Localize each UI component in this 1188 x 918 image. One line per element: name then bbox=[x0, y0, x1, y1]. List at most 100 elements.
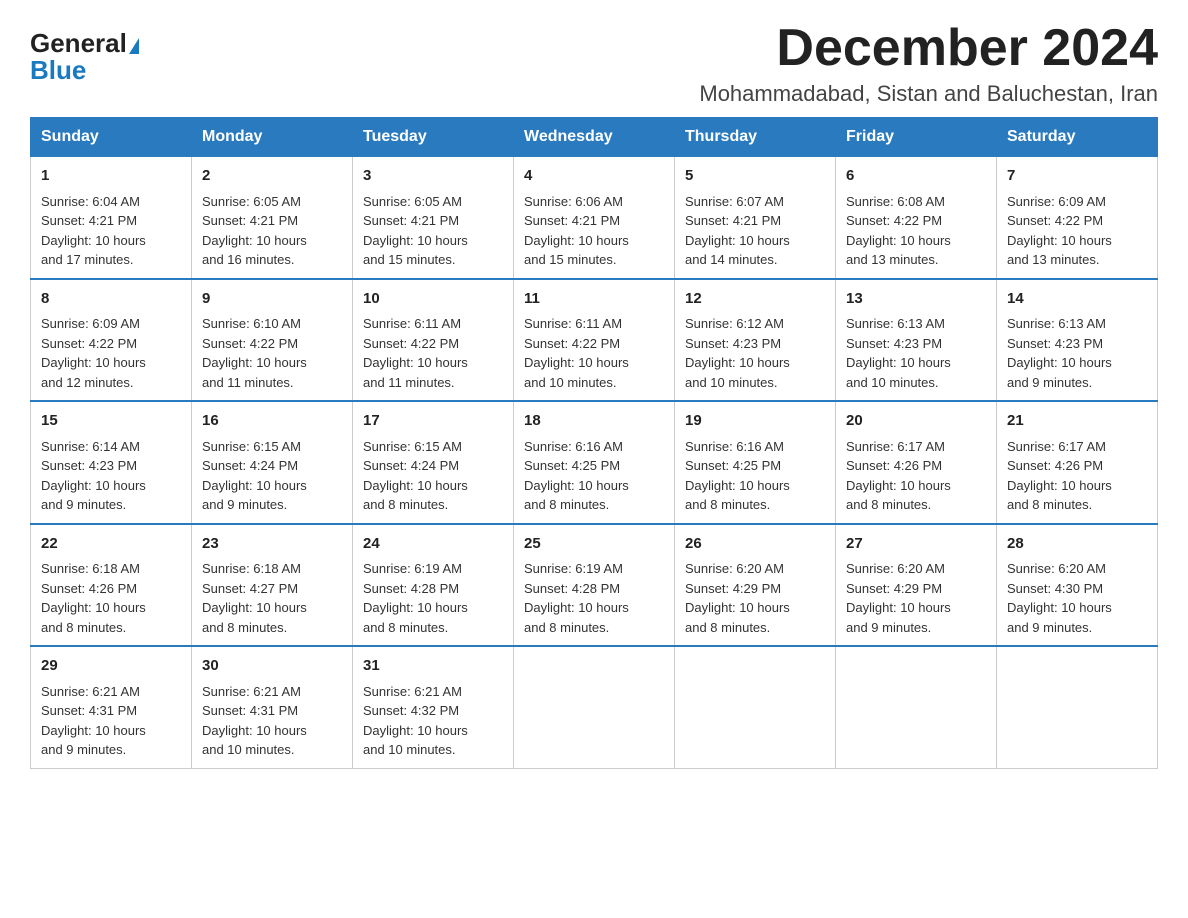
daylight-label: Daylight: 10 hours bbox=[685, 600, 790, 615]
daylight-label: Daylight: 10 hours bbox=[363, 600, 468, 615]
daylight-minutes: and 9 minutes. bbox=[202, 497, 287, 512]
day-number: 1 bbox=[41, 165, 181, 188]
day-number: 21 bbox=[1007, 410, 1147, 433]
daylight-label: Daylight: 10 hours bbox=[363, 478, 468, 493]
sunset-label: Sunset: 4:21 PM bbox=[685, 213, 781, 228]
sunrise-label: Sunrise: 6:10 AM bbox=[202, 316, 301, 331]
daylight-label: Daylight: 10 hours bbox=[846, 600, 951, 615]
daylight-minutes: and 10 minutes. bbox=[685, 375, 778, 390]
day-number: 6 bbox=[846, 165, 986, 188]
page-header: General Blue December 2024 Mohammadabad,… bbox=[30, 20, 1158, 107]
calendar-cell: 20Sunrise: 6:17 AMSunset: 4:26 PMDayligh… bbox=[836, 401, 997, 524]
day-number: 20 bbox=[846, 410, 986, 433]
sunrise-label: Sunrise: 6:20 AM bbox=[846, 561, 945, 576]
daylight-label: Daylight: 10 hours bbox=[846, 355, 951, 370]
sunrise-label: Sunrise: 6:21 AM bbox=[202, 684, 301, 699]
sunset-label: Sunset: 4:29 PM bbox=[846, 581, 942, 596]
sunset-label: Sunset: 4:22 PM bbox=[1007, 213, 1103, 228]
sunset-label: Sunset: 4:25 PM bbox=[524, 458, 620, 473]
calendar-cell: 25Sunrise: 6:19 AMSunset: 4:28 PMDayligh… bbox=[514, 524, 675, 647]
logo-general-text: General bbox=[30, 28, 127, 58]
sunrise-label: Sunrise: 6:07 AM bbox=[685, 194, 784, 209]
daylight-minutes: and 14 minutes. bbox=[685, 252, 778, 267]
day-number: 31 bbox=[363, 655, 503, 678]
logo-triangle-icon bbox=[129, 38, 139, 54]
day-number: 4 bbox=[524, 165, 664, 188]
calendar-cell: 6 Sunrise: 6:08 AM Sunset: 4:22 PM Daylight… bbox=[836, 157, 997, 279]
calendar-week-row: 8Sunrise: 6:09 AMSunset: 4:22 PMDaylight… bbox=[31, 279, 1158, 402]
calendar-cell: 30Sunrise: 6:21 AMSunset: 4:31 PMDayligh… bbox=[192, 646, 353, 768]
daylight-minutes: and 12 minutes. bbox=[41, 375, 134, 390]
calendar-cell: 26Sunrise: 6:20 AMSunset: 4:29 PMDayligh… bbox=[675, 524, 836, 647]
sunset-label: Sunset: 4:22 PM bbox=[363, 336, 459, 351]
header-row: SundayMondayTuesdayWednesdayThursdayFrid… bbox=[31, 118, 1158, 157]
sunset-label: Sunset: 4:32 PM bbox=[363, 703, 459, 718]
calendar-week-row: 22Sunrise: 6:18 AMSunset: 4:26 PMDayligh… bbox=[31, 524, 1158, 647]
sunrise-label: Sunrise: 6:18 AM bbox=[202, 561, 301, 576]
sunset-label: Sunset: 4:28 PM bbox=[363, 581, 459, 596]
day-number: 5 bbox=[685, 165, 825, 188]
daylight-minutes: and 9 minutes. bbox=[1007, 620, 1092, 635]
daylight-label: Daylight: 10 hours bbox=[685, 478, 790, 493]
sunrise-label: Sunrise: 6:14 AM bbox=[41, 439, 140, 454]
daylight-label: Daylight: 10 hours bbox=[1007, 355, 1112, 370]
daylight-minutes: and 8 minutes. bbox=[846, 497, 931, 512]
daylight-label: Daylight: 10 hours bbox=[685, 355, 790, 370]
calendar-body: 1Sunrise: 6:04 AMSunset: 4:21 PMDaylight… bbox=[31, 157, 1158, 769]
day-number: 2 bbox=[202, 165, 342, 188]
sunrise-label: Sunrise: 6:21 AM bbox=[363, 684, 462, 699]
calendar-cell: 23Sunrise: 6:18 AMSunset: 4:27 PMDayligh… bbox=[192, 524, 353, 647]
sunrise-label: Sunrise: 6:21 AM bbox=[41, 684, 140, 699]
day-number: 25 bbox=[524, 533, 664, 556]
day-number: 26 bbox=[685, 533, 825, 556]
daylight-label: Daylight: 10 hours bbox=[1007, 233, 1112, 248]
daylight-minutes: and 11 minutes. bbox=[202, 375, 294, 390]
day-number: 30 bbox=[202, 655, 342, 678]
calendar-cell: 2Sunrise: 6:05 AMSunset: 4:21 PMDaylight… bbox=[192, 157, 353, 279]
daylight-label: Daylight: 10 hours bbox=[202, 355, 307, 370]
daylight-label: Daylight: 10 hours bbox=[524, 233, 629, 248]
sunrise-label: Sunrise: 6:13 AM bbox=[1007, 316, 1106, 331]
day-number: 14 bbox=[1007, 288, 1147, 311]
sunset-label: Sunset: 4:22 PM bbox=[846, 213, 942, 228]
day-number: 10 bbox=[363, 288, 503, 311]
sunrise-label: Sunrise: 6:09 AM bbox=[41, 316, 140, 331]
daylight-label: Daylight: 10 hours bbox=[363, 723, 468, 738]
daylight-label: Daylight: 10 hours bbox=[202, 478, 307, 493]
daylight-minutes: and 8 minutes. bbox=[202, 620, 287, 635]
calendar-cell: 5Sunrise: 6:07 AMSunset: 4:21 PMDaylight… bbox=[675, 157, 836, 279]
daylight-label: Daylight: 10 hours bbox=[846, 233, 951, 248]
logo-blue-text: Blue bbox=[30, 55, 86, 85]
daylight-label: Daylight: 10 hours bbox=[363, 233, 468, 248]
sunset-label: Sunset: 4:24 PM bbox=[363, 458, 459, 473]
sunset-label: Sunset: 4:21 PM bbox=[202, 213, 298, 228]
daylight-label: Daylight: 10 hours bbox=[524, 600, 629, 615]
sunrise-label: Sunrise: 6:05 AM bbox=[363, 194, 462, 209]
sunrise-label: Sunrise: 6:20 AM bbox=[685, 561, 784, 576]
calendar-cell bbox=[514, 646, 675, 768]
sunset-label: Sunset: 4:24 PM bbox=[202, 458, 298, 473]
day-number: 16 bbox=[202, 410, 342, 433]
daylight-minutes: and 10 minutes. bbox=[524, 375, 617, 390]
daylight-minutes: and 8 minutes. bbox=[685, 620, 770, 635]
sunrise-label: Sunrise: 6:20 AM bbox=[1007, 561, 1106, 576]
sunset-label: Sunset: 4:22 PM bbox=[41, 336, 137, 351]
calendar-week-row: 15Sunrise: 6:14 AMSunset: 4:23 PMDayligh… bbox=[31, 401, 1158, 524]
header-cell-wednesday: Wednesday bbox=[514, 118, 675, 157]
calendar-cell: 4Sunrise: 6:06 AMSunset: 4:21 PMDaylight… bbox=[514, 157, 675, 279]
sunrise-label: Sunrise: 6:11 AM bbox=[363, 316, 461, 331]
calendar-cell: 1Sunrise: 6:04 AMSunset: 4:21 PMDaylight… bbox=[31, 157, 192, 279]
sunrise-label: Sunrise: 6:19 AM bbox=[524, 561, 623, 576]
header-cell-friday: Friday bbox=[836, 118, 997, 157]
daylight-label: Daylight: 10 hours bbox=[41, 355, 146, 370]
calendar-cell: 9Sunrise: 6:10 AMSunset: 4:22 PMDaylight… bbox=[192, 279, 353, 402]
daylight-minutes: and 15 minutes. bbox=[363, 252, 456, 267]
sunrise-label: Sunrise: 6:08 AM bbox=[846, 194, 945, 209]
sunset-label: Sunset: 4:25 PM bbox=[685, 458, 781, 473]
calendar-cell: 19Sunrise: 6:16 AMSunset: 4:25 PMDayligh… bbox=[675, 401, 836, 524]
day-number: 18 bbox=[524, 410, 664, 433]
daylight-label: Daylight: 10 hours bbox=[202, 723, 307, 738]
daylight-label: Daylight: 10 hours bbox=[1007, 600, 1112, 615]
sunrise-label: Sunrise: 6:13 AM bbox=[846, 316, 945, 331]
sunset-label: Sunset: 4:23 PM bbox=[846, 336, 942, 351]
